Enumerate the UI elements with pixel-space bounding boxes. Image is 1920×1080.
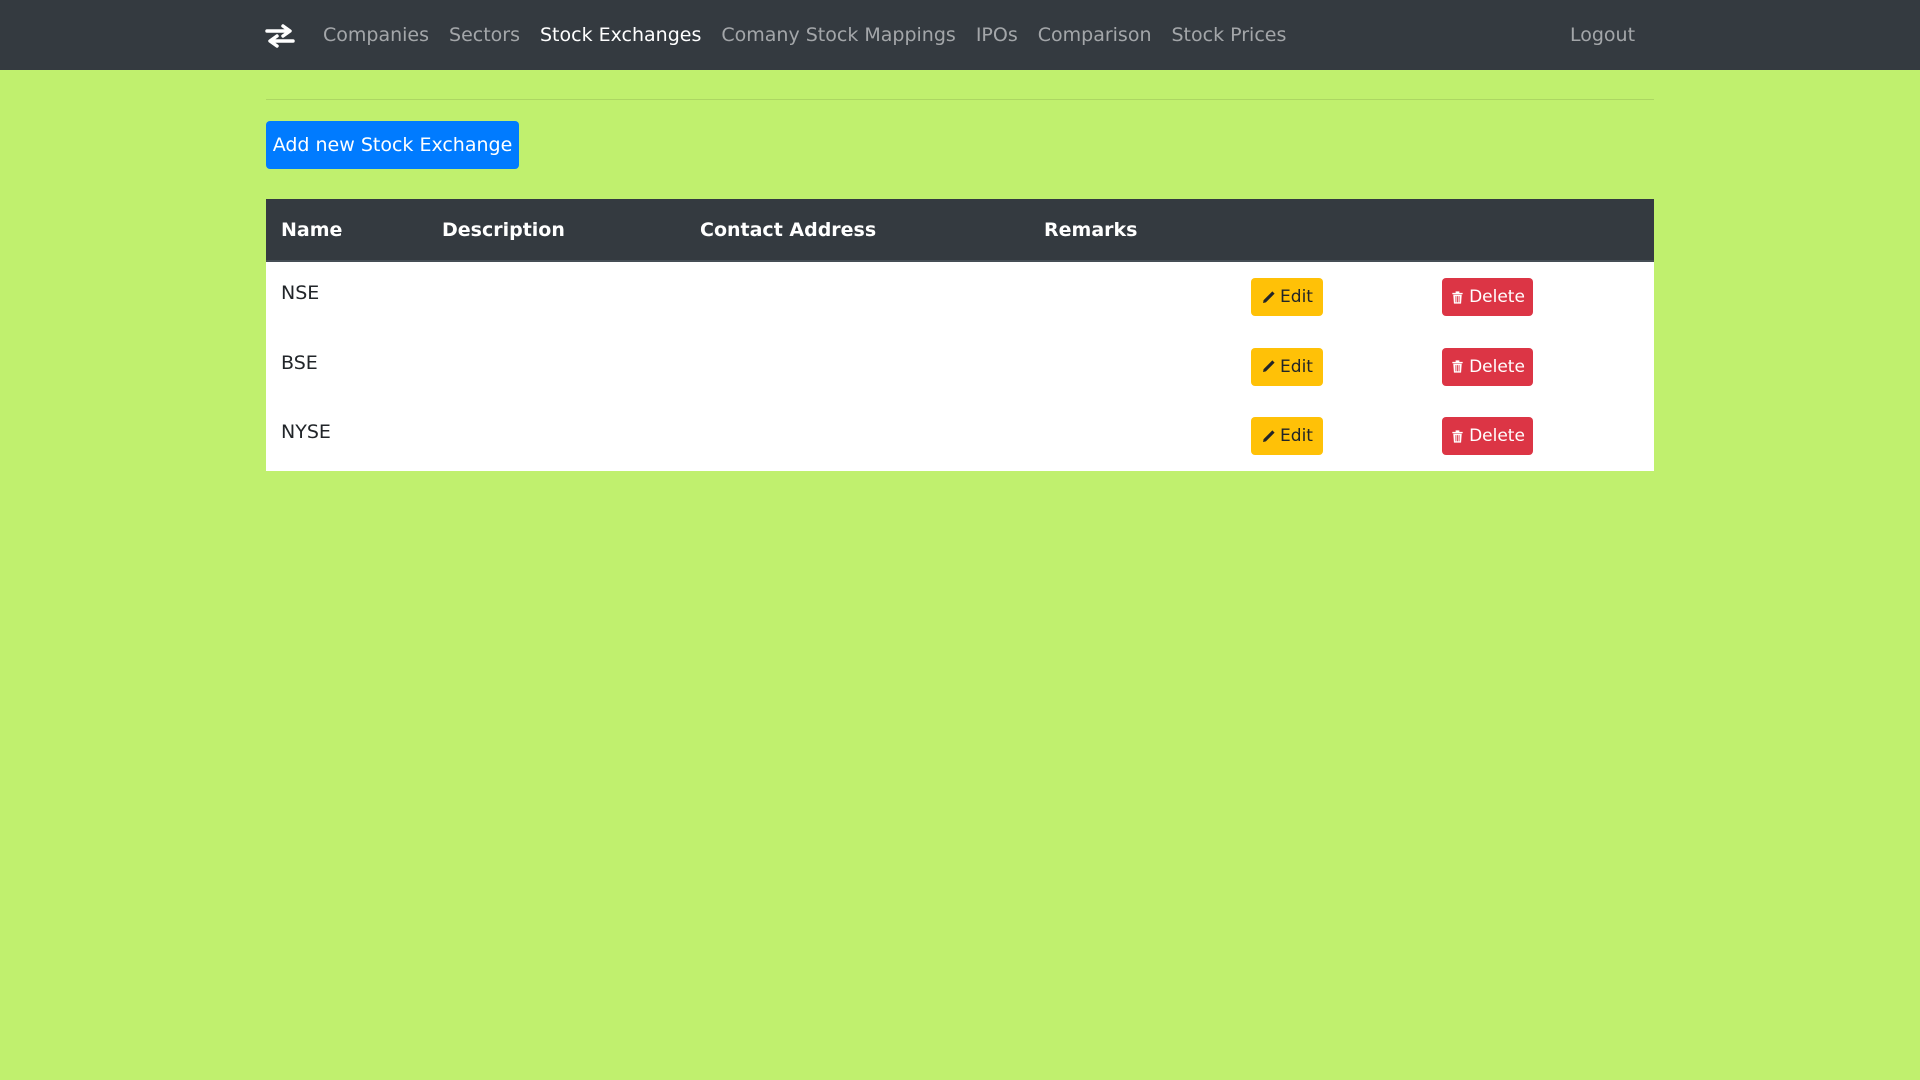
stock-exchange-table: Name Description Contact Address Remarks… — [266, 199, 1654, 471]
nav-links: Companies Sectors Stock Exchanges Comany… — [313, 0, 1296, 70]
nav-link-company-stock-mappings[interactable]: Comany Stock Mappings — [711, 24, 965, 46]
pencil-icon — [1263, 429, 1275, 442]
cell-name: BSE — [281, 351, 318, 374]
trash-icon — [1452, 360, 1463, 373]
edit-button[interactable]: Edit — [1251, 347, 1323, 386]
navbar: Companies Sectors Stock Exchanges Comany… — [0, 0, 1920, 70]
pencil-icon — [1263, 290, 1275, 303]
nav-link-comparison[interactable]: Comparison — [1028, 24, 1162, 46]
nav-link-stock-exchanges[interactable]: Stock Exchanges — [530, 24, 711, 46]
edit-button-label: Edit — [1280, 426, 1313, 446]
table-header: Name Description Contact Address Remarks — [266, 199, 1654, 262]
table-row: BSE Edit Delete — [266, 332, 1654, 402]
column-header-remarks: Remarks — [1044, 218, 1138, 241]
pencil-icon — [1263, 360, 1275, 372]
trash-icon — [1452, 290, 1463, 304]
table-body: NSE Edit Delete BSE Edit Delete NYSE Edi… — [266, 262, 1654, 471]
edit-button-label: Edit — [1280, 356, 1313, 377]
delete-button-label: Delete — [1469, 356, 1525, 377]
nav-link-stock-prices[interactable]: Stock Prices — [1162, 24, 1297, 46]
delete-button[interactable]: Delete — [1442, 278, 1533, 316]
delete-button[interactable]: Delete — [1442, 417, 1533, 455]
column-header-name: Name — [281, 218, 343, 241]
logout-link[interactable]: Logout — [1570, 0, 1635, 70]
column-header-description: Description — [442, 218, 565, 241]
table-row: NSE Edit Delete — [266, 262, 1654, 332]
exchange-arrows-icon[interactable] — [265, 24, 295, 48]
nav-link-sectors[interactable]: Sectors — [439, 24, 530, 46]
cell-name: NYSE — [281, 421, 331, 443]
edit-button[interactable]: Edit — [1251, 278, 1323, 316]
add-stock-exchange-button[interactable]: Add new Stock Exchange — [266, 121, 519, 169]
divider — [266, 99, 1654, 100]
column-header-contact-address: Contact Address — [700, 218, 877, 241]
edit-button-label: Edit — [1280, 287, 1313, 307]
trash-icon — [1452, 429, 1463, 443]
nav-link-ipos[interactable]: IPOs — [966, 24, 1028, 46]
edit-button[interactable]: Edit — [1251, 417, 1323, 455]
delete-button-label: Delete — [1469, 426, 1525, 446]
delete-button[interactable]: Delete — [1442, 347, 1533, 386]
table-row: NYSE Edit Delete — [266, 401, 1654, 471]
delete-button-label: Delete — [1469, 287, 1525, 307]
cell-name: NSE — [281, 282, 320, 304]
nav-link-companies[interactable]: Companies — [313, 24, 439, 46]
